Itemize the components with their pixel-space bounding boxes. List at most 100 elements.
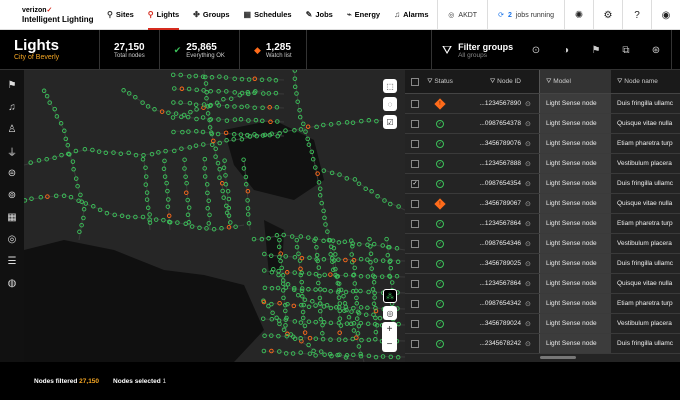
locate-pin-icon[interactable]: ⊙ (525, 120, 539, 128)
table-row[interactable]: ✓ ...1234567864 ⊙ Light Sense node Etiam pha… (405, 214, 680, 234)
flag-icon[interactable]: ⚑ (581, 30, 611, 70)
table-row[interactable]: ! ...3456789067 ⊙ Light Sense node Quisque v… (405, 194, 680, 214)
plug-tool-icon[interactable]: ⏚ (0, 140, 24, 162)
table-row[interactable]: ! ...1234567890 ⊙ Light Sense node Duis frin… (405, 94, 680, 114)
table-scrollbar[interactable] (540, 356, 576, 359)
stat-watch-list[interactable]: ◆ 1,285 Watch list (240, 30, 307, 70)
row-checkbox[interactable] (411, 199, 419, 208)
table-row[interactable]: ✓ ...1234567864 ⊙ Light Sense node Quisque v… (405, 274, 680, 294)
locate-pin-icon[interactable]: ⊙ (525, 200, 539, 208)
checklist-tool-icon[interactable]: ☑ (383, 115, 397, 129)
table-row[interactable]: ✓ ...3456789025 ⊙ Light Sense node Duis frin… (405, 254, 680, 274)
refresh-icon[interactable]: ⊛ (641, 30, 671, 70)
row-checkbox[interactable]: ✓ (411, 179, 419, 188)
nav-label: Alarms (403, 10, 429, 19)
row-checkbox[interactable] (411, 319, 419, 328)
map-view[interactable] (24, 70, 405, 362)
column-header-node-name[interactable]: ⛛ Node name (611, 78, 680, 86)
timezone-indicator[interactable]: ◎ AKDT (437, 0, 487, 30)
zoom-in-button[interactable]: + (382, 322, 397, 337)
locate-pin-icon[interactable]: ⊙ (525, 100, 539, 108)
select-tool-icon[interactable]: ⬚ (383, 79, 397, 93)
row-checkbox[interactable] (411, 99, 419, 108)
legend-toggle-icon[interactable]: ⁂ (383, 289, 397, 303)
locate-pin-icon[interactable]: ⊙ (525, 140, 539, 148)
broadcast-tool-icon[interactable]: ◍ (0, 272, 24, 294)
nav-jobs[interactable]: ✎ Jobs (299, 0, 340, 30)
row-checkbox[interactable] (411, 119, 419, 128)
check-circle-icon: ✓ (436, 299, 444, 308)
node-model: Light Sense node (539, 94, 611, 113)
nav-alarms[interactable]: ♫ Alarms (387, 0, 435, 30)
radar-tool-icon[interactable]: ◎ (0, 228, 24, 250)
column-header-model[interactable]: ⛛ Model (539, 70, 611, 93)
flag-tool-icon[interactable]: ⚑ (0, 74, 24, 96)
nav-energy[interactable]: ⌁ Energy (340, 0, 387, 30)
nav-label: Groups (202, 10, 230, 19)
table-row[interactable]: ✓ ✓ ...0987654354 ⊙ Light Sense node Duis fri… (405, 174, 680, 194)
gear-icon[interactable]: ⚙ (593, 0, 622, 30)
bell-tool-icon[interactable]: ♫ (0, 96, 24, 118)
locate-pin-icon[interactable]: ⊙ (525, 240, 539, 248)
pole-tool-icon[interactable]: ♙ (0, 118, 24, 140)
lasso-tool-icon[interactable]: ◌ (383, 97, 397, 111)
settings-alt-icon[interactable]: ✺ (564, 0, 593, 30)
stat-total-nodes[interactable]: 27,150 Total nodes (100, 30, 160, 70)
node-model: Light Sense node (539, 314, 611, 333)
brand-logo[interactable]: verizon✓ Intelligent Lighting (0, 6, 100, 24)
table-row[interactable]: ✓ ...0987654342 ⊙ Light Sense node Etiam pha… (405, 294, 680, 314)
help-icon[interactable]: ? (622, 0, 651, 30)
table-row[interactable]: ✓ ...3456789024 ⊙ Light Sense node Vestibulu… (405, 314, 680, 334)
node-model: Light Sense node (539, 214, 611, 233)
row-checkbox[interactable] (411, 259, 419, 268)
table-row[interactable]: ✓ ...3456789076 ⊙ Light Sense node Etiam pha… (405, 134, 680, 154)
dimming-icon[interactable]: ◑ (551, 30, 581, 70)
row-checkbox[interactable] (411, 299, 419, 308)
nav-lights[interactable]: ⚲ Lights (141, 0, 186, 30)
layers-toggle-icon[interactable]: ◎ (383, 306, 397, 320)
row-checkbox[interactable] (411, 159, 419, 168)
map-canvas[interactable] (24, 70, 405, 362)
nav-groups[interactable]: ✤ Groups (186, 0, 236, 30)
grid-tool-icon[interactable]: ▦ (0, 206, 24, 228)
table-row[interactable]: ✓ ...0987654378 ⊙ Light Sense node Quisque v… (405, 114, 680, 134)
table-row[interactable]: ✓ ...1234567888 ⊙ Light Sense node Vestibulu… (405, 154, 680, 174)
more-vertical-icon[interactable]: ⋮ (671, 30, 680, 70)
filter-groups-button[interactable]: ⛛ Filter groups All groups (431, 30, 521, 70)
table-row[interactable]: ✓ ...2345678242 ⊙ Light Sense node Duis frin… (405, 334, 680, 354)
copy-icon[interactable]: ⧉ (611, 30, 641, 70)
row-checkbox[interactable] (411, 279, 419, 288)
product-name: Intelligent Lighting (22, 14, 94, 24)
nav-sites[interactable]: ⚲ Sites (100, 0, 141, 30)
row-checkbox[interactable] (411, 339, 419, 348)
locate-pin-icon[interactable]: ⊙ (525, 260, 539, 268)
pin-tool-icon[interactable]: ⊚ (0, 184, 24, 206)
jobs-running-indicator[interactable]: ⟳ 2 jobs running (487, 0, 564, 30)
timezone-label: AKDT (458, 11, 478, 19)
locate-pin-icon[interactable]: ⊙ (525, 180, 539, 188)
stat-everything-ok[interactable]: ✔ 25,865 Everything OK (160, 30, 240, 70)
locate-pin-icon[interactable]: ⊙ (525, 300, 539, 308)
locate-pin-icon[interactable]: ⊙ (525, 160, 539, 168)
zoom-out-button[interactable]: − (382, 337, 397, 352)
locate-pin-icon[interactable]: ⊙ (525, 340, 539, 348)
node-name: Etiam pharetra turp (617, 300, 673, 307)
row-checkbox[interactable] (411, 139, 419, 148)
select-all-checkbox[interactable] (411, 77, 419, 86)
row-checkbox[interactable] (411, 239, 419, 248)
nav-schedules[interactable]: ▦ Schedules (237, 0, 299, 30)
locate-pin-icon[interactable]: ⊙ (525, 320, 539, 328)
site-link[interactable]: City of Beverly (14, 54, 99, 61)
row-checkbox[interactable] (411, 219, 419, 228)
energy-icon: ⌁ (346, 10, 352, 19)
locate-pin-icon[interactable]: ⊙ (525, 220, 539, 228)
locate-pin-icon[interactable]: ⊙ (525, 280, 539, 288)
sensor-tool-icon[interactable]: ⊜ (0, 162, 24, 184)
stat-label: Everything OK (186, 52, 225, 59)
column-header-node-id[interactable]: ⛛ Node ID (455, 78, 525, 86)
column-header-status[interactable]: ⛛ Status (425, 78, 455, 86)
table-row[interactable]: ✓ ...0987654346 ⊙ Light Sense node Vestibulu… (405, 234, 680, 254)
user-icon[interactable]: ◉ (651, 0, 680, 30)
pin-action-icon[interactable]: ⊙ (521, 30, 551, 70)
layers-tool-icon[interactable]: ☰ (0, 250, 24, 272)
